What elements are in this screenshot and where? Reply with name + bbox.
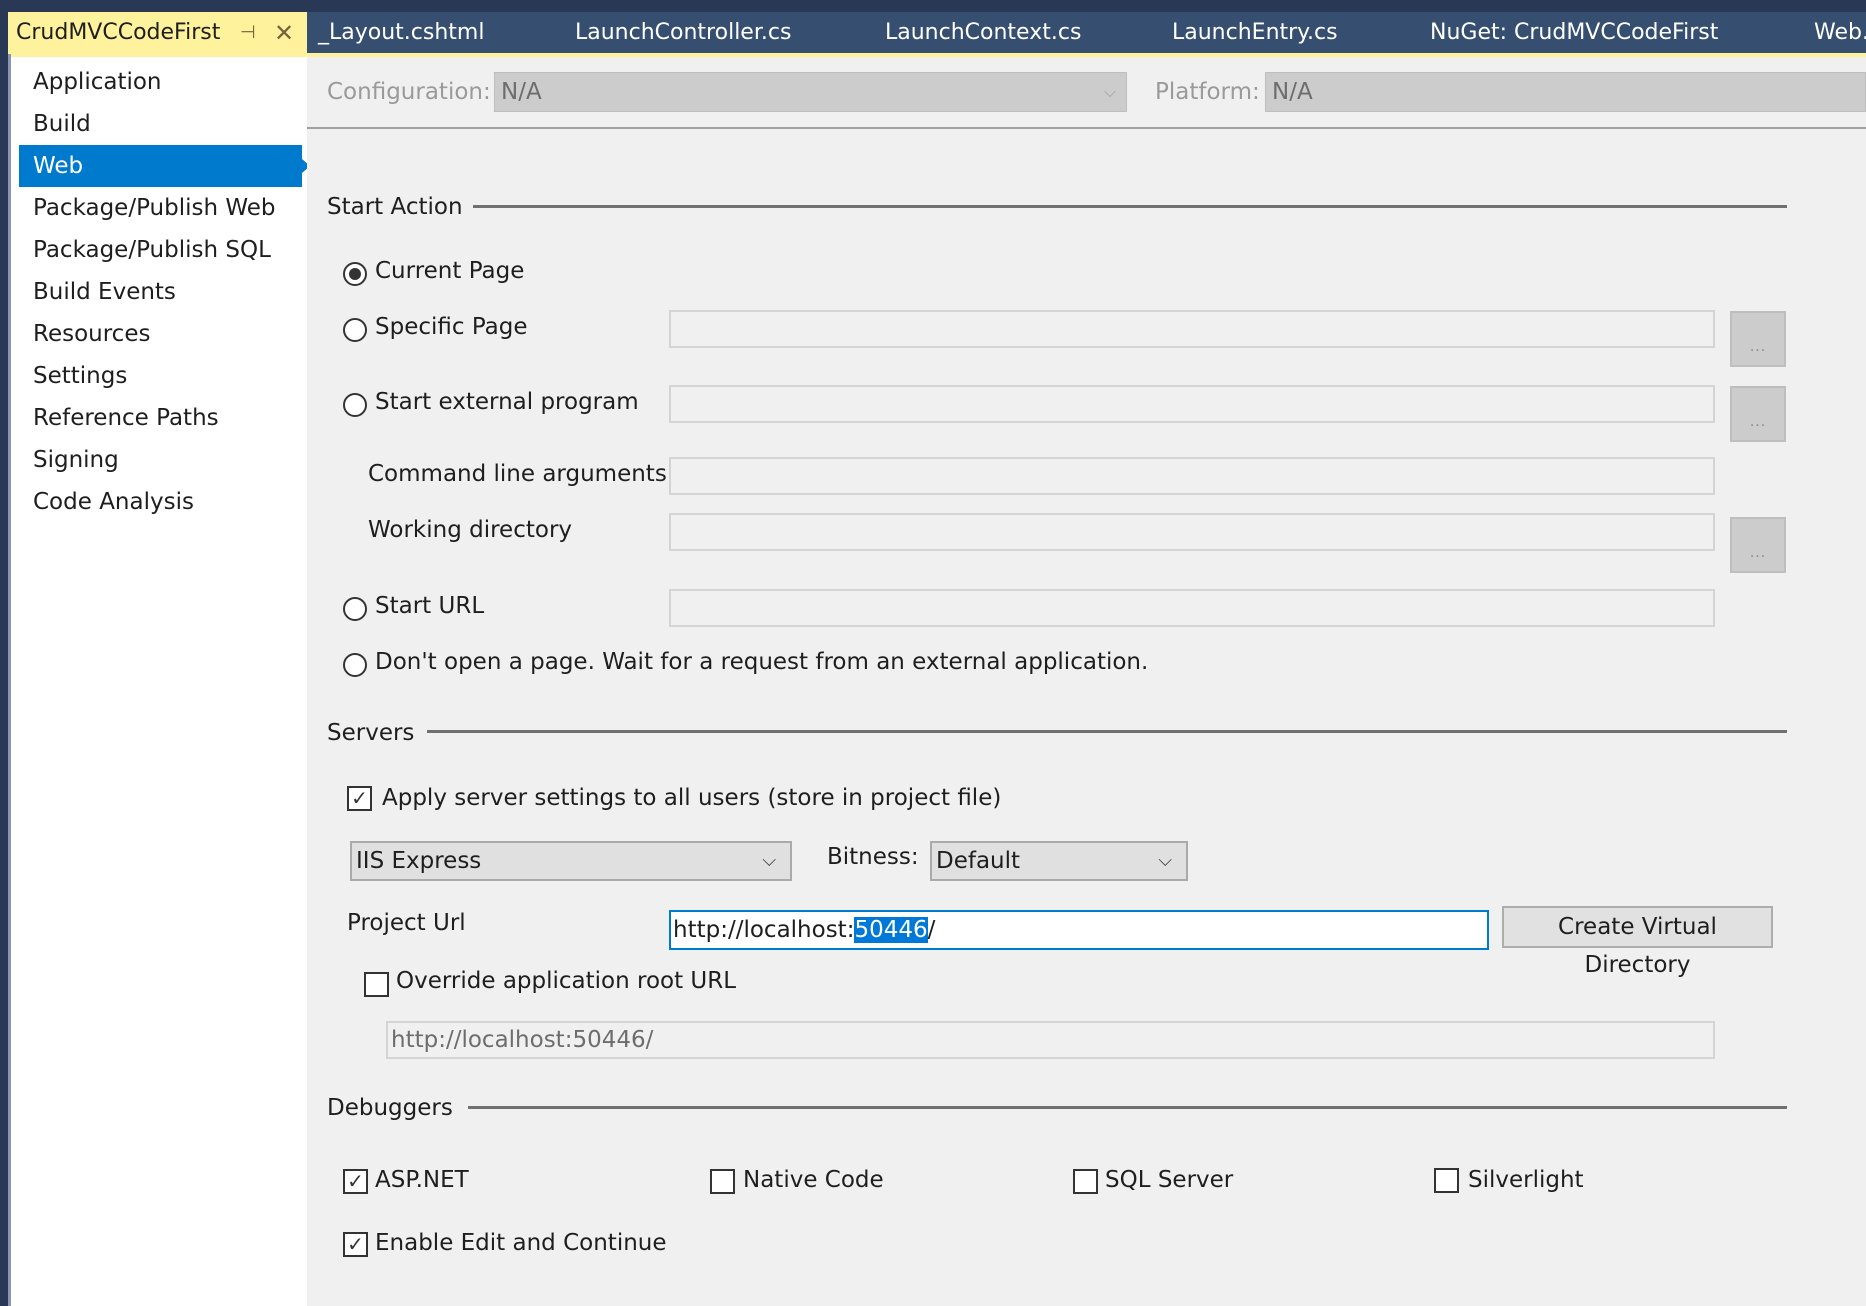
start-action-divider	[473, 205, 1787, 208]
silverlight-debugger-label: Silverlight	[1468, 1167, 1584, 1193]
configuration-value: N/A	[501, 79, 542, 105]
specific-page-input[interactable]	[669, 310, 1715, 348]
sidebar-item-code-analysis[interactable]: Code Analysis	[19, 481, 302, 523]
checkmark-icon: ✓	[347, 1169, 364, 1193]
server-select[interactable]: IIS Express ⌵	[350, 841, 792, 881]
tab-label: Web.	[1814, 20, 1866, 45]
working-directory-label: Working directory	[368, 517, 573, 543]
tab-launch-entry[interactable]: LaunchEntry.cs	[1172, 12, 1338, 54]
tab-project-properties[interactable]: CrudMVCCodeFirst ⊣ ✕	[8, 12, 307, 54]
chevron-down-icon: ⌵	[762, 850, 776, 871]
project-url-input[interactable]: http://localhost:50446/	[669, 910, 1489, 950]
config-divider	[307, 127, 1866, 129]
project-url-selection: 50446	[854, 917, 928, 943]
working-directory-input[interactable]	[669, 513, 1715, 551]
apply-server-settings-label: Apply server settings to all users (stor…	[382, 785, 1002, 811]
sidebar-item-package-publish-web[interactable]: Package/Publish Web	[19, 187, 302, 229]
sidebar-item-settings[interactable]: Settings	[19, 355, 302, 397]
dock-edge	[0, 12, 8, 1306]
platform-value: N/A	[1272, 79, 1313, 105]
tab-label: LaunchEntry.cs	[1172, 20, 1338, 45]
start-url-label: Start URL	[375, 593, 485, 619]
sql-server-debugger-label: SQL Server	[1105, 1167, 1234, 1193]
sidebar-item-build[interactable]: Build	[19, 103, 302, 145]
command-line-arguments-input[interactable]	[669, 457, 1715, 495]
sql-server-debugger-checkbox[interactable]	[1073, 1169, 1098, 1194]
chevron-down-icon: ⌵	[1103, 82, 1116, 101]
platform-label: Platform:	[1155, 79, 1260, 105]
tab-nuget[interactable]: NuGet: CrudMVCCodeFirst	[1430, 12, 1718, 54]
configuration-label: Configuration:	[327, 79, 491, 105]
tab-label: LaunchContext.cs	[885, 20, 1082, 45]
tab-web-config[interactable]: Web.	[1814, 12, 1866, 54]
property-pages-sidebar: Application Build Web Package/Publish We…	[11, 57, 310, 1306]
sidebar-item-build-events[interactable]: Build Events	[19, 271, 302, 313]
debuggers-divider	[468, 1106, 1787, 1109]
tab-launch-context[interactable]: LaunchContext.cs	[885, 12, 1081, 54]
sidebar-item-package-publish-sql[interactable]: Package/Publish SQL	[19, 229, 302, 271]
ellipsis-icon: ...	[1749, 339, 1767, 355]
start-action-heading: Start Action	[327, 194, 463, 220]
checkmark-icon: ✓	[347, 1232, 364, 1256]
ellipsis-icon: ...	[1749, 414, 1767, 430]
pin-icon[interactable]: ⊣	[240, 12, 264, 54]
sidebar-item-web[interactable]: Web	[19, 145, 310, 187]
override-root-url-label: Override application root URL	[396, 968, 737, 994]
servers-divider	[427, 730, 1787, 733]
chevron-down-icon: ⌵	[1158, 850, 1172, 871]
tab-label: CrudMVCCodeFirst	[16, 20, 221, 45]
dont-open-page-radio[interactable]	[343, 653, 367, 677]
current-page-label: Current Page	[375, 258, 525, 284]
configuration-select: N/A ⌵	[494, 72, 1127, 112]
apply-server-settings-checkbox[interactable]: ✓	[347, 786, 372, 811]
sidebar-item-reference-paths[interactable]: Reference Paths	[19, 397, 302, 439]
tab-label: LaunchController.cs	[575, 20, 792, 45]
start-external-program-label: Start external program	[375, 389, 639, 415]
project-url-suffix: /	[927, 917, 936, 943]
native-code-debugger-label: Native Code	[743, 1167, 884, 1193]
checkmark-icon: ✓	[351, 786, 368, 810]
start-url-input[interactable]	[669, 589, 1715, 627]
close-icon[interactable]: ✕	[274, 12, 298, 54]
web-properties-page: Configuration: N/A ⌵ Platform: N/A Start…	[307, 57, 1866, 1306]
sidebar-item-application[interactable]: Application	[19, 61, 302, 103]
root-url-input: http://localhost:50446/	[386, 1021, 1715, 1059]
current-page-radio[interactable]	[343, 262, 367, 286]
working-directory-browse-button[interactable]: ...	[1730, 517, 1786, 573]
external-program-input[interactable]	[669, 385, 1715, 423]
tab-layout-cshtml[interactable]: _Layout.cshtml	[318, 12, 484, 54]
external-program-browse-button[interactable]: ...	[1730, 386, 1786, 442]
dont-open-page-label: Don't open a page. Wait for a request fr…	[375, 649, 1149, 675]
bitness-label: Bitness:	[827, 844, 919, 870]
platform-select: N/A	[1265, 72, 1866, 112]
start-external-program-radio[interactable]	[343, 393, 367, 417]
aspnet-debugger-label: ASP.NET	[375, 1167, 469, 1193]
override-root-url-checkbox[interactable]	[364, 972, 389, 997]
sidebar-item-resources[interactable]: Resources	[19, 313, 302, 355]
sidebar-item-signing[interactable]: Signing	[19, 439, 302, 481]
specific-page-label: Specific Page	[375, 314, 528, 340]
servers-heading: Servers	[327, 720, 415, 746]
tab-label: _Layout.cshtml	[318, 20, 485, 45]
silverlight-debugger-checkbox[interactable]	[1434, 1168, 1459, 1193]
command-line-arguments-label: Command line arguments	[368, 461, 667, 487]
bitness-value: Default	[936, 848, 1021, 874]
ellipsis-icon: ...	[1749, 545, 1767, 561]
specific-page-browse-button[interactable]: ...	[1730, 311, 1786, 367]
bitness-select[interactable]: Default ⌵	[930, 841, 1188, 881]
aspnet-debugger-checkbox[interactable]: ✓	[343, 1169, 368, 1194]
start-url-radio[interactable]	[343, 597, 367, 621]
create-virtual-directory-button[interactable]: Create Virtual Directory	[1502, 906, 1773, 978]
edit-and-continue-checkbox[interactable]: ✓	[343, 1232, 368, 1257]
project-url-label: Project Url	[347, 910, 466, 936]
debuggers-heading: Debuggers	[327, 1095, 453, 1121]
title-bar	[0, 0, 1866, 12]
edit-and-continue-label: Enable Edit and Continue	[375, 1230, 667, 1256]
server-value: IIS Express	[356, 848, 482, 874]
tab-launch-controller[interactable]: LaunchController.cs	[575, 12, 791, 54]
tab-label: NuGet: CrudMVCCodeFirst	[1430, 20, 1719, 45]
specific-page-radio[interactable]	[343, 318, 367, 342]
project-url-prefix: http://localhost:	[673, 917, 855, 943]
native-code-debugger-checkbox[interactable]	[710, 1169, 735, 1194]
